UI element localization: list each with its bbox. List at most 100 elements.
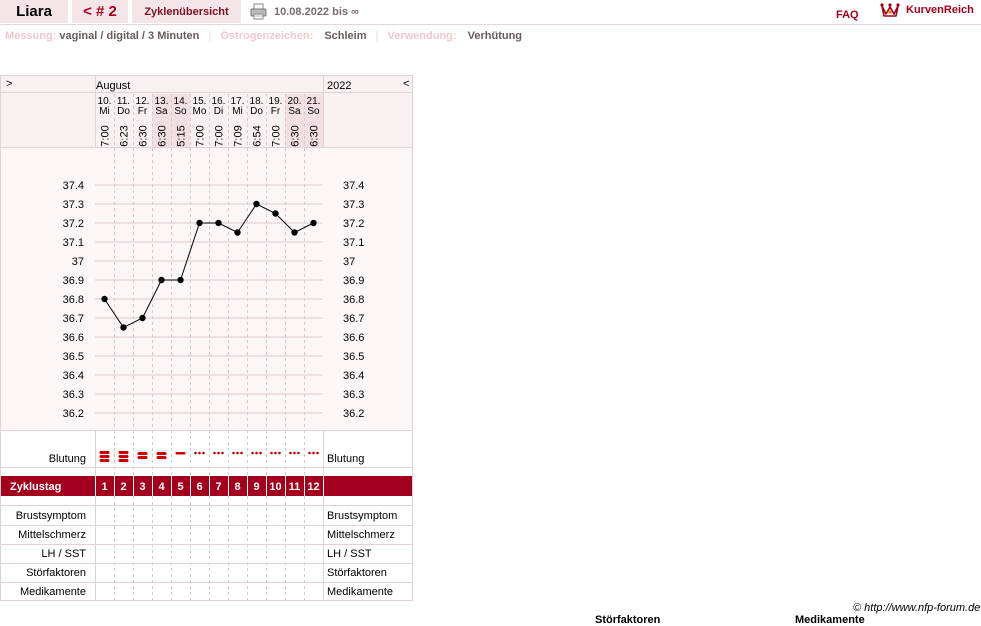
bleeding-mark-medium [137,452,148,455]
spotting-dot [259,451,262,455]
cycle-chart-svg: > <August 202210.Mi7:0011.Do6:2312.Fr6:301… [0,75,413,601]
cycle-day-label: Zyklustag [10,481,61,493]
cycle-day-number: 12 [307,481,319,493]
temperature-point [139,314,146,322]
day-weekday: Sa [155,106,168,117]
row-label-right: Störfaktoren [327,567,387,579]
temperature-point [177,276,184,284]
next-cycle-arrow[interactable]: < [403,78,409,90]
messung-value: vaginal / digital / 3 Minuten [59,30,200,42]
cycle-overview-tab[interactable]: Zyklenübersicht [132,0,241,23]
cycle-day-bar [1,476,412,496]
measure-time: 7:00 [100,125,112,146]
top-bar: Liara < # 2 Zyklenübersicht 10.08.2022 b… [0,0,981,25]
temperature-point [215,219,222,227]
crown-logo-icon[interactable] [880,1,900,19]
printer-icon[interactable] [250,3,267,20]
temperature-point [120,324,127,331]
prev-cycle-arrow[interactable]: > [6,78,12,90]
spotting-dot [308,451,311,455]
temp-tick-left: 36.9 [63,275,84,287]
day-weekday: Do [250,106,263,117]
row-label-right: LH / SST [327,548,372,560]
day-weekday: Fr [271,106,281,117]
spotting-dot [293,451,296,455]
measure-time: 6:23 [119,125,131,146]
temp-tick-left: 37.1 [63,237,84,249]
temp-tick-right: 37.4 [343,180,364,192]
cycle-overview-label: Zyklenübersicht [144,5,229,18]
temp-tick-left: 36.6 [63,332,84,344]
row-label-left: Brustsymptom [16,510,86,522]
medikamente-heading: Medikamente [795,614,865,626]
cycle-day-number: 1 [101,481,107,493]
row-label-right: Mittelschmerz [327,529,395,541]
temp-tick-right: 36.4 [343,370,364,382]
stoerfaktoren-heading: Störfaktoren [595,614,661,626]
bleeding-mark-medium [156,452,167,455]
measure-time: 7:00 [195,125,207,146]
day-weekday: Mi [232,106,243,117]
spotting-dot [236,451,239,455]
temp-tick-right: 36.5 [343,351,364,363]
cycle-day-number: 11 [289,481,301,493]
bleeding-label-left: Blutung [49,453,86,465]
spotting-dot [297,451,300,455]
spotting-dot [255,451,258,455]
cycle-number: < # 2 [83,3,117,20]
temp-tick-left: 37.4 [63,180,84,192]
temperature-point [101,295,108,303]
temp-tick-right: 36.8 [343,294,364,306]
spotting-dot [240,451,243,455]
temp-tick-right: 36.7 [343,313,364,325]
cycle-nav-tab[interactable]: < # 2 [72,0,128,23]
spotting-dot [316,451,319,455]
temp-tick-left: 36.3 [63,389,84,401]
measure-time: 6:30 [309,125,321,146]
temperature-point [272,210,279,217]
cycle-day-number: 6 [196,481,202,493]
temperature-point [310,219,317,227]
cycle-day-number: 4 [158,481,165,493]
row-label-right: Medikamente [327,586,393,598]
day-weekday: So [307,106,320,117]
row-label-left: Medikamente [20,586,86,598]
cycle-day-number: 7 [215,481,221,493]
temp-tick-right: 37.2 [343,218,364,230]
bleeding-mark-medium [137,456,148,459]
cycle-chart: > < August 2022 10. Mi 7:00 11. Do 6:23 12. Fr 6:30 1… [0,75,413,601]
bleeding-mark-light [175,452,186,455]
temp-tick-left: 36.7 [63,313,84,325]
messung-label: Messung: [5,30,57,42]
day-weekday: Do [117,106,130,117]
user-name: Liara [16,3,52,20]
temp-tick-right: 36.3 [343,389,364,401]
bleeding-label-right: Blutung [327,453,364,465]
spotting-dot [278,451,281,455]
spotting-dot [217,451,220,455]
verwendung-label: Verwendung: [387,30,457,42]
temperature-point [158,276,165,284]
measure-time: 7:00 [271,125,283,146]
month-label: August [96,80,130,92]
spotting-dot [194,451,197,455]
date-range: 10.08.2022 bis ∞ [274,6,359,18]
temp-tick-left: 36.8 [63,294,84,306]
bleeding-mark-medium [156,456,167,459]
row-label-right: Brustsymptom [327,510,397,522]
temp-tick-right: 36.9 [343,275,364,287]
spotting-dot [274,451,277,455]
cycle-day-number: 3 [139,481,145,493]
temp-tick-right: 36.6 [343,332,364,344]
measure-time: 6:30 [138,125,150,146]
bleeding-mark-heavy [99,451,110,454]
oestrogen-label: Östrogenzeichen: [220,30,314,42]
logo-text[interactable]: KurvenReich [906,4,974,16]
faq-link[interactable]: FAQ [836,9,859,21]
spotting-dot [289,451,292,455]
cycle-day-number: 5 [177,481,183,493]
temperature-point [253,200,260,208]
user-name-tab[interactable]: Liara [0,0,68,23]
spotting-dot [198,451,201,455]
spotting-dot [251,451,254,455]
